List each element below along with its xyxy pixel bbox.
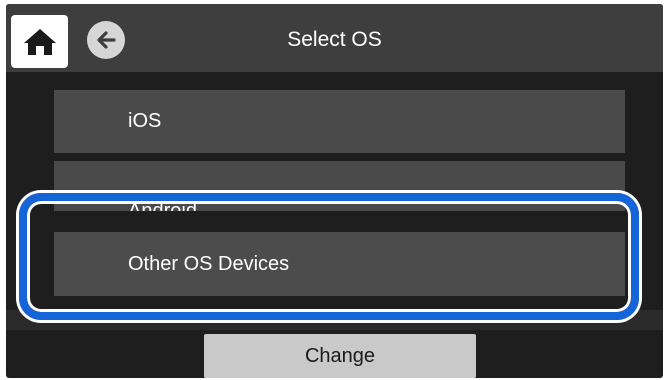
home-icon — [23, 28, 56, 55]
back-button[interactable] — [87, 21, 125, 59]
selection-highlight — [19, 193, 639, 320]
os-option-ios[interactable]: iOS — [54, 90, 625, 153]
top-bar: Select OS — [6, 4, 663, 72]
home-button[interactable] — [11, 15, 68, 68]
os-option-label: iOS — [128, 110, 162, 132]
os-select-screen: Select OS iOS Android Other OS Devices C… — [6, 4, 663, 378]
back-arrow-icon — [97, 31, 116, 49]
change-button[interactable]: Change — [204, 334, 476, 378]
change-button-label: Change — [304, 344, 376, 367]
